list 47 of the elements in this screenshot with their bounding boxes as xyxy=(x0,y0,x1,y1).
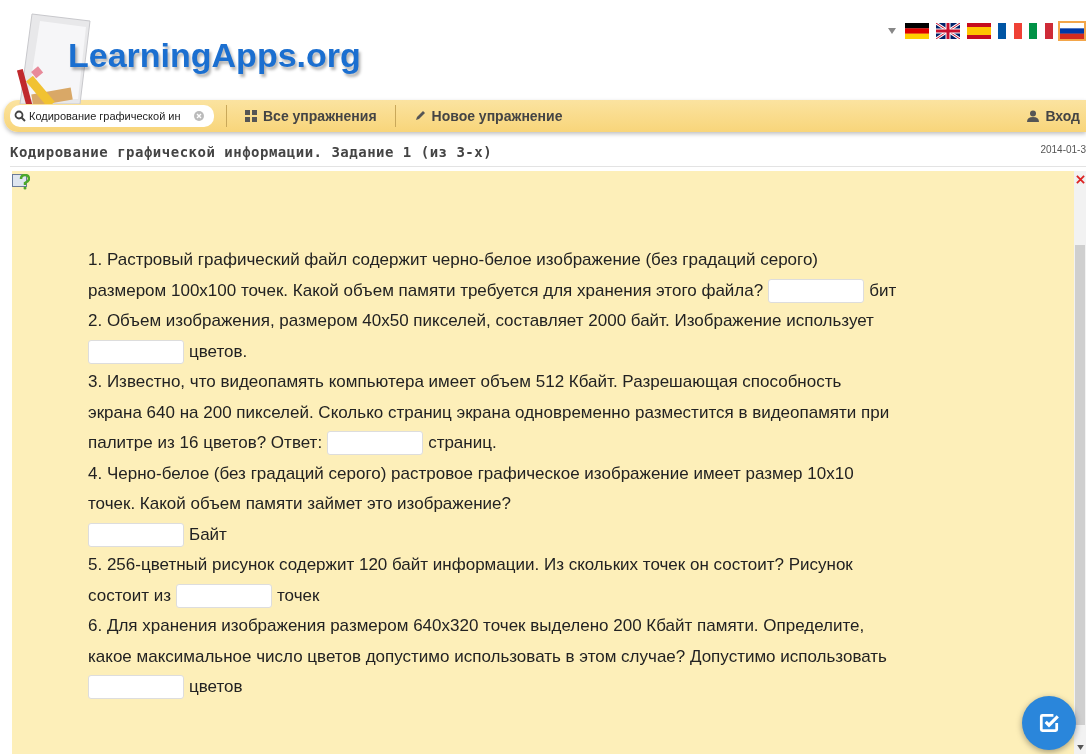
question-text: 4. Черно-белое (без градаций серого) растровое графическое изображение имеет размер 10x10 xyxy=(88,462,854,485)
all-exercises-link[interactable]: Все упражнения xyxy=(239,108,383,124)
checkbox-icon xyxy=(1038,712,1060,734)
search-field[interactable]: Кодирование графической ин xyxy=(10,105,214,127)
question-text: 6. Для хранения изображения размером 640x320 точек выделено 200 Кбайт памяти. Определите, xyxy=(88,615,865,637)
user-icon xyxy=(1027,110,1040,122)
question-text: состоит из xyxy=(88,584,171,607)
question-text: какое максимальное число цветов допустимо использовать в этом случае? Допустимо использовать xyxy=(88,645,887,668)
question-text: бит xyxy=(869,279,897,302)
question-text: 5. 256-цветный рисунок содержит 120 байт информации. Из скольких точек он состоит? Рисунок xyxy=(88,554,853,576)
language-flag[interactable] xyxy=(996,21,1024,41)
login-link[interactable]: Вход xyxy=(1021,108,1086,124)
question-text: 1. Растровый графический файл содержит черно-белое изображение (без градаций серого) xyxy=(88,249,818,271)
question-text: размером 100x100 точек. Какой объем памяти требуется для хранения этого файла? xyxy=(88,279,764,302)
answer-field[interactable] xyxy=(88,675,184,700)
question-text: страниц. xyxy=(428,432,497,454)
language-flag[interactable] xyxy=(903,21,931,41)
exercise-title: Кодирование графической информации. Задание 1 (из 3-х) xyxy=(10,144,493,160)
question-text: Байт xyxy=(189,523,227,546)
question-text: точек. Какой объем памяти займет это изображение? xyxy=(88,493,511,515)
question-text: цветов. xyxy=(189,340,248,363)
question-text: палитре из 16 цветов? Ответ: xyxy=(88,432,323,454)
language-flag[interactable] xyxy=(934,21,962,41)
question-text: экрана 640 на 200 пикселей. Сколько страниц экрана одновременно разместится в видеопамяти при xyxy=(88,401,890,424)
question-text: точек xyxy=(277,584,320,607)
search-icon xyxy=(14,110,26,122)
scroll-down-icon[interactable] xyxy=(1076,745,1084,750)
clear-icon[interactable] xyxy=(194,111,204,121)
answer-field[interactable] xyxy=(88,522,184,547)
date-text: 2014-01-3 xyxy=(1040,144,1086,155)
grid-icon xyxy=(245,110,257,122)
dropdown-caret-icon[interactable] xyxy=(888,28,896,34)
question-text: 3. Известно, что видеопамять компьютера имеет объем 512 Кбайт. Разрешающая способность xyxy=(88,371,842,393)
answer-field[interactable] xyxy=(768,278,865,303)
language-flag[interactable] xyxy=(965,21,993,41)
new-exercise-link[interactable]: Новое упражнение xyxy=(407,108,569,124)
question-text: цветов xyxy=(189,676,243,698)
site-logo[interactable]: LearningApps.org xyxy=(68,35,361,75)
pencil-icon xyxy=(413,110,426,122)
answer-field[interactable] xyxy=(176,583,272,608)
answer-field[interactable] xyxy=(88,339,184,364)
question-text: 2. Объем изображения, размером 40x50 пикселей, составляет 2000 байт. Изображение использует xyxy=(88,310,874,332)
help-icon[interactable] xyxy=(12,174,30,190)
answer-field[interactable] xyxy=(327,431,424,456)
close-icon[interactable] xyxy=(1075,175,1085,184)
language-flag[interactable] xyxy=(1058,21,1086,41)
check-button[interactable] xyxy=(1022,696,1076,750)
